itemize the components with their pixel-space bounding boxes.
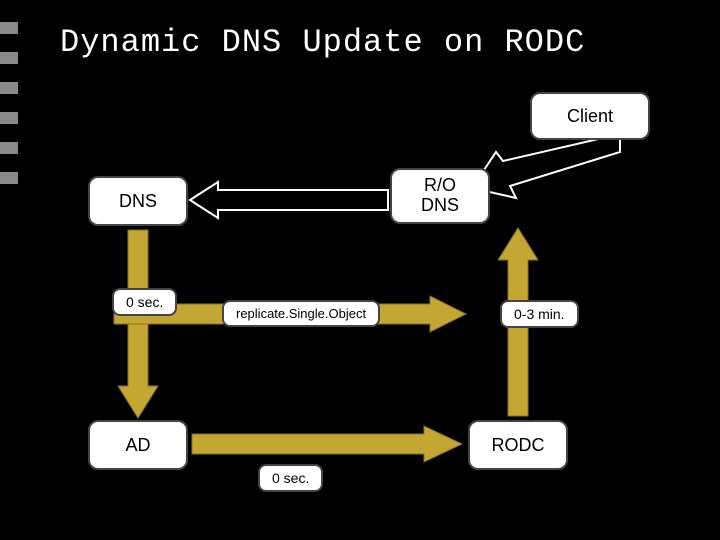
node-ro-dns-line1: R/O [421,176,459,196]
label-zero-sec-1: 0 sec. [112,288,177,316]
node-rodc: RODC [468,420,568,470]
node-ro-dns-line2: DNS [421,196,459,216]
label-zero-to-three-min: 0-3 min. [500,300,579,328]
label-zero-sec-2: 0 sec. [258,464,323,492]
node-dns-label: DNS [119,191,157,212]
node-rodc-label: RODC [492,435,545,456]
label-replicate: replicate.Single.Object [222,300,380,327]
arrow-rodns-to-dns [188,182,388,218]
node-client-label: Client [567,106,613,127]
node-ad: AD [88,420,188,470]
node-client: Client [530,92,650,140]
slide-stage: Dynamic DNS Update on RODC Client R/O DN… [0,0,720,540]
slide-title: Dynamic DNS Update on RODC [60,24,585,61]
decorative-stripes [0,22,18,192]
arrow-ad-to-rodc-short [192,426,462,462]
node-ro-dns: R/O DNS [390,168,490,224]
node-ad-label: AD [125,435,150,456]
node-dns: DNS [88,176,188,226]
